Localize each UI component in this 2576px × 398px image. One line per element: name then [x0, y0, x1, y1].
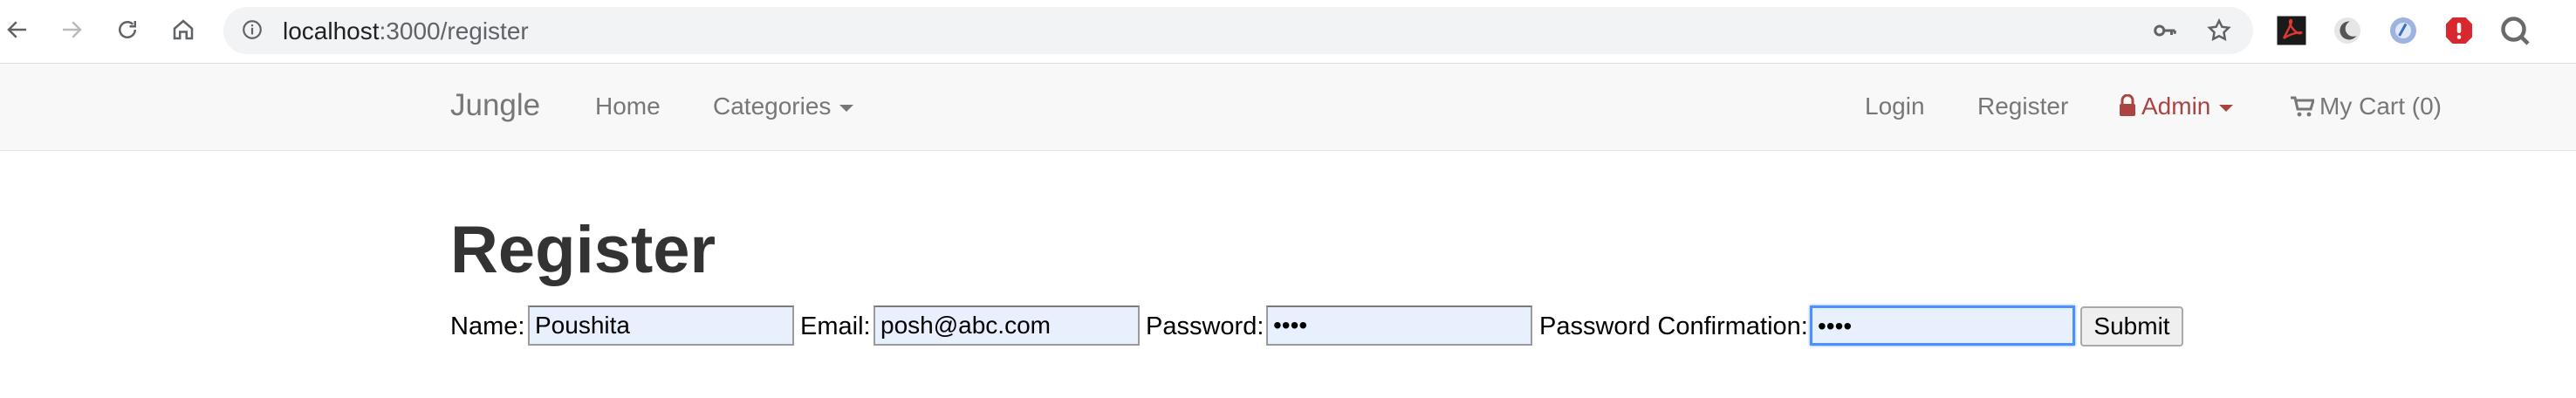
chevron-down-icon [839, 104, 854, 112]
nav-register-link[interactable]: Register [1977, 92, 2068, 121]
pdf-extension-icon[interactable] [2276, 15, 2307, 46]
shopping-cart-icon [2291, 96, 2314, 117]
nav-home-link[interactable]: Home [595, 92, 661, 121]
name-input[interactable]: Poushita [528, 305, 794, 346]
submit-button[interactable]: Submit [2080, 306, 2183, 347]
url-host: localhost [283, 17, 380, 45]
password-confirmation-input[interactable]: •••• [1810, 305, 2075, 346]
ad-block-extension-icon[interactable] [2443, 15, 2475, 46]
browser-toolbar: localhost:3000/register [0, 0, 2576, 64]
bookmark-star-icon[interactable] [2206, 17, 2232, 44]
info-icon[interactable] [241, 18, 264, 41]
search-extension-icon[interactable] [2499, 15, 2531, 46]
page-title: Register [450, 213, 716, 287]
reload-icon [119, 21, 136, 38]
forward-button[interactable] [54, 12, 89, 47]
back-button[interactable] [0, 12, 35, 47]
key-icon[interactable] [2152, 17, 2178, 44]
nav-cart-link[interactable]: My Cart (0) [2290, 92, 2442, 121]
password-label: Password: [1146, 312, 1264, 340]
nav-login-link[interactable]: Login [1865, 92, 1925, 121]
back-arrow-icon [7, 21, 26, 38]
nav-admin-dropdown[interactable]: Admin [2119, 92, 2234, 121]
categories-label: Categories [713, 93, 832, 120]
email-input[interactable]: posh@abc.com [874, 305, 1140, 346]
home-button[interactable] [166, 12, 201, 47]
cart-label: My Cart (0) [2319, 93, 2442, 120]
email-label: Email: [800, 312, 871, 340]
site-navbar: Jungle Home Categories Login Register Ad… [0, 64, 2576, 151]
nav-categories-dropdown[interactable]: Categories [713, 92, 854, 121]
blue-extension-icon[interactable] [2388, 15, 2419, 46]
url-text[interactable]: localhost:3000/register [283, 18, 529, 45]
forward-arrow-icon [63, 21, 82, 38]
chevron-down-icon [2219, 104, 2234, 112]
lock-icon [2120, 94, 2135, 116]
name-label: Name: [450, 312, 525, 340]
reload-button[interactable] [110, 12, 145, 47]
admin-label: Admin [2141, 93, 2211, 120]
url-path: :3000/register [379, 17, 529, 45]
password-input[interactable]: •••• [1266, 305, 1532, 346]
brand-link[interactable]: Jungle [450, 88, 540, 123]
address-bar[interactable]: localhost:3000/register [223, 7, 2253, 54]
dark-mode-extension-icon[interactable] [2332, 15, 2363, 46]
home-icon [173, 19, 194, 40]
password-confirmation-label: Password Confirmation: [1539, 312, 1808, 340]
